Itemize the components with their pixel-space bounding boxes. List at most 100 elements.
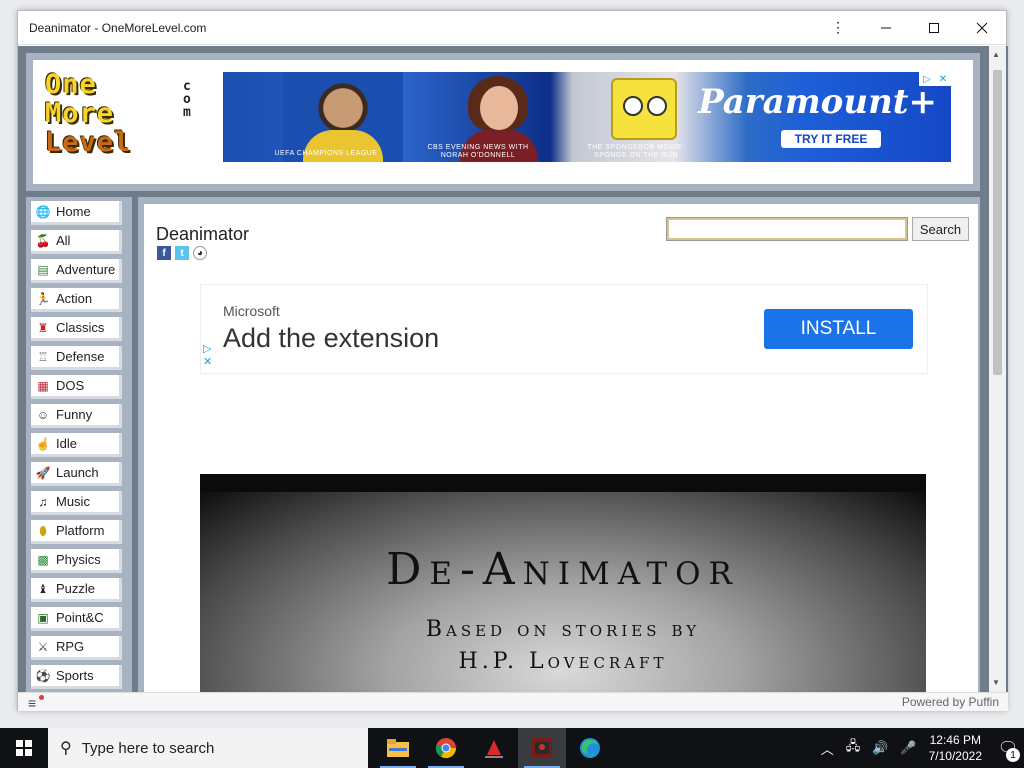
ad-caption-2: CBS EVENING NEWS WITH NORAH O'DONNELL	[427, 144, 529, 159]
file-explorer-icon[interactable]	[374, 728, 422, 768]
game-subtitle: Based on stories by H.P. Lovecraft	[200, 614, 926, 678]
ad-brand: Paramount+	[698, 82, 937, 122]
soccer-ball-icon: ⚽	[35, 668, 51, 683]
window-title: Deanimator - OneMoreLevel.com	[29, 20, 207, 35]
logo-line-3: Level	[45, 127, 132, 158]
site-logo[interactable]: One More Level	[45, 70, 131, 157]
search-input[interactable]	[666, 217, 908, 241]
action-center-button[interactable]: 🗨 1	[992, 728, 1024, 768]
sidebar-item-label: Defense	[56, 349, 105, 364]
sidebar-item-physics[interactable]: ▩ Physics	[31, 549, 122, 573]
share-icons: f t ◕	[157, 246, 207, 260]
site-header: One More Level c o m UEFA CHAMPIONS LEAG…	[26, 53, 980, 191]
close-button[interactable]	[958, 11, 1006, 45]
sidebar-item-label: Platform	[56, 523, 105, 538]
game-canvas[interactable]: De-Animator Based on stories by H.P. Lov…	[200, 474, 926, 692]
mario-icon: ♜	[37, 320, 49, 335]
more-options-icon[interactable]: ⋮	[814, 11, 862, 45]
taskbar-search[interactable]: ⚲ Type here to search	[48, 728, 368, 768]
network-icon[interactable]: 🖧	[846, 737, 861, 759]
microphone-icon[interactable]: 🎤	[900, 740, 916, 756]
twitter-icon[interactable]: t	[175, 246, 189, 260]
sidebar-item-label: Action	[56, 291, 93, 306]
chrome-icon[interactable]	[422, 728, 470, 768]
sidebar-item-adventure[interactable]: ▤ Adventure	[31, 259, 122, 283]
coin-icon: ⬮	[39, 523, 47, 538]
sidebar-item-label: Home	[56, 204, 91, 219]
sidebar-item-label: Adventure	[56, 262, 116, 277]
sidebar-item-home[interactable]: 🌐 Home	[31, 201, 122, 225]
sidebar-item-puzzle[interactable]: ♝ Puzzle	[31, 578, 122, 602]
notification-badge: 1	[1006, 748, 1020, 762]
sidebar-item-funny[interactable]: ☺ Funny	[31, 404, 122, 428]
hand-icon: ☝	[35, 436, 51, 451]
music-note-icon: ♫	[38, 494, 48, 509]
puffin-icon[interactable]	[518, 728, 566, 768]
scroll-up-icon[interactable]: ▲	[992, 50, 1000, 59]
ad-choices-icon[interactable]: ▷	[919, 72, 935, 86]
ad-caption-3: THE SPONGEBOB MOVIE: SPONGE ON THE RUN	[587, 144, 685, 159]
menu-icon[interactable]: ≡	[28, 695, 36, 711]
volume-icon[interactable]: 🔊	[872, 740, 888, 756]
scroll-thumb[interactable]	[993, 70, 1002, 375]
browser-window: Deanimator - OneMoreLevel.com ⋮ One More…	[17, 10, 1008, 711]
install-button[interactable]: INSTALL	[764, 309, 913, 349]
maximize-button[interactable]	[910, 11, 958, 45]
status-text: Powered by Puffin	[901, 695, 999, 709]
scroll-down-icon[interactable]: ▼	[992, 678, 1000, 687]
sidebar-item-idle[interactable]: ☝ Idle	[31, 433, 122, 457]
logo-line-2: More	[45, 98, 115, 129]
logo-com: c o m	[183, 79, 191, 120]
blocks-icon: ▩	[37, 552, 49, 567]
ad-caption-1: UEFA CHAMPIONS LEAGUE	[274, 150, 378, 157]
ad-info-icon[interactable]: ▷	[203, 343, 212, 356]
clock-time: 12:46 PM	[929, 733, 981, 747]
app-icon[interactable]	[470, 728, 518, 768]
ad-image-spongebob	[611, 78, 677, 140]
ad-choices-small[interactable]: ▷ ✕	[203, 343, 212, 369]
sidebar-item-dos[interactable]: ▦ DOS	[31, 375, 122, 399]
sidebar-item-label: Point&C	[56, 610, 104, 625]
ad-choices[interactable]: ▷ ✕	[919, 72, 951, 86]
sidebar-item-label: All	[56, 233, 71, 248]
extension-ad[interactable]: Microsoft Add the extension INSTALL ▷ ✕	[200, 284, 928, 374]
sidebar-item-all[interactable]: 🍒 All	[31, 230, 122, 254]
sidebar-item-sports[interactable]: ⚽ Sports	[31, 665, 122, 689]
sidebar-item-point-c[interactable]: ▣ Point&C	[31, 607, 122, 631]
sidebar-item-label: Launch	[56, 465, 99, 480]
game-subtitle-line-2: H.P. Lovecraft	[458, 649, 668, 674]
sidebar-item-launch[interactable]: 🚀 Launch	[31, 462, 122, 486]
sidebar-item-platform[interactable]: ⬮ Platform	[31, 520, 122, 544]
edge-icon[interactable]	[566, 728, 614, 768]
sidebar-item-label: DOS	[56, 378, 85, 393]
chevron-up-icon[interactable]: ︿	[821, 739, 834, 758]
tower-icon: ♖	[37, 349, 49, 364]
sidebar-item-label: Sports	[56, 668, 94, 683]
smiley-icon: ☺	[36, 407, 50, 422]
notification-dot	[39, 695, 44, 700]
minimize-button[interactable]	[862, 11, 910, 45]
logo-line-1: One	[45, 69, 97, 100]
sidebar-item-label: Puzzle	[56, 581, 96, 596]
sidebar-item-music[interactable]: ♫ Music	[31, 491, 122, 515]
reddit-icon[interactable]: ◕	[193, 246, 207, 260]
clock[interactable]: 12:46 PM 7/10/2022	[929, 732, 982, 764]
ad-close-icon[interactable]: ✕	[935, 72, 951, 86]
sidebar-item-defense[interactable]: ♖ Defense	[31, 346, 122, 370]
swords-icon: ⚔	[37, 639, 49, 654]
ad-close-small-icon[interactable]: ✕	[203, 356, 212, 369]
search-icon: ⚲	[60, 740, 72, 757]
start-button[interactable]	[0, 728, 48, 768]
system-tray: ︿ 🖧 🔊 🎤 12:46 PM 7/10/2022 🗨 1	[815, 728, 1024, 768]
category-sidebar: 🌐 Home 🍒 All ▤ Adventure 🏃 Action ♜ Classics ♖ Defe…	[26, 197, 132, 692]
ad-cta-button[interactable]: TRY IT FREE	[781, 130, 881, 148]
sidebar-item-rpg[interactable]: ⚔ RPG	[31, 636, 122, 660]
sidebar-item-label: Classics	[56, 320, 105, 335]
banner-ad[interactable]: UEFA CHAMPIONS LEAGUE CBS EVENING NEWS W…	[223, 72, 951, 162]
game-title-text: De-Animator	[386, 544, 740, 595]
vertical-scrollbar[interactable]: ▲ ▼	[989, 46, 1006, 692]
search-button[interactable]: Search	[912, 217, 969, 241]
facebook-icon[interactable]: f	[157, 246, 171, 260]
sidebar-item-action[interactable]: 🏃 Action	[31, 288, 122, 312]
sidebar-item-classics[interactable]: ♜ Classics	[31, 317, 122, 341]
